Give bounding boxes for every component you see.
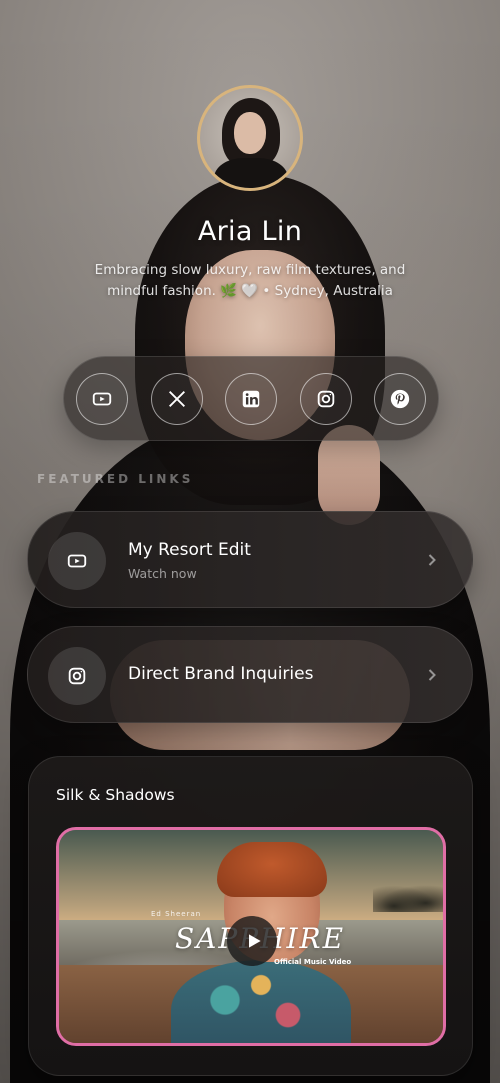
profile-bio: Embracing slow luxury, raw film textures… (94, 262, 406, 299)
play-button[interactable] (227, 916, 277, 966)
profile-name: Aria Lin (197, 216, 303, 247)
video-title: Silk & Shadows (56, 786, 175, 804)
youtube-icon (67, 554, 87, 568)
pinterest-button[interactable] (374, 372, 426, 425)
x-button[interactable] (150, 372, 203, 425)
video-thumbnail[interactable]: Ed Sheeran SAPPHIRE Official Music Video (56, 827, 446, 1046)
linkedin-icon (242, 390, 260, 407)
link-icon-badge (48, 647, 106, 705)
link-title: Direct Brand Inquiries (128, 664, 314, 684)
thumbnail-subtitle: Official Music Video (274, 958, 352, 966)
video-card: Silk & Shadows Ed Sheeran SAPPHIRE Offic… (28, 756, 473, 1076)
x-icon (168, 390, 185, 407)
link-card-resort-edit[interactable]: My Resort Edit Watch now (27, 511, 473, 608)
instagram-icon (317, 390, 334, 407)
pinterest-icon (390, 389, 410, 408)
link-card-brand-inquiries[interactable]: Direct Brand Inquiries (27, 626, 473, 723)
featured-links-heading: FEATURED LINKS (37, 472, 194, 486)
link-title: My Resort Edit (128, 540, 251, 560)
youtube-button[interactable] (76, 372, 128, 425)
link-subtitle: Watch now (128, 566, 197, 581)
play-icon (248, 934, 261, 948)
avatar (197, 85, 303, 191)
chevron-right-icon (428, 554, 436, 566)
linkedin-button[interactable] (225, 372, 277, 425)
thumbnail-artist: Ed Sheeran (151, 910, 202, 918)
instagram-icon (68, 667, 86, 685)
youtube-icon (92, 392, 112, 405)
instagram-button[interactable] (299, 372, 352, 425)
social-links-bar (63, 356, 439, 441)
chevron-right-icon (428, 669, 436, 681)
link-icon-badge (48, 532, 106, 590)
